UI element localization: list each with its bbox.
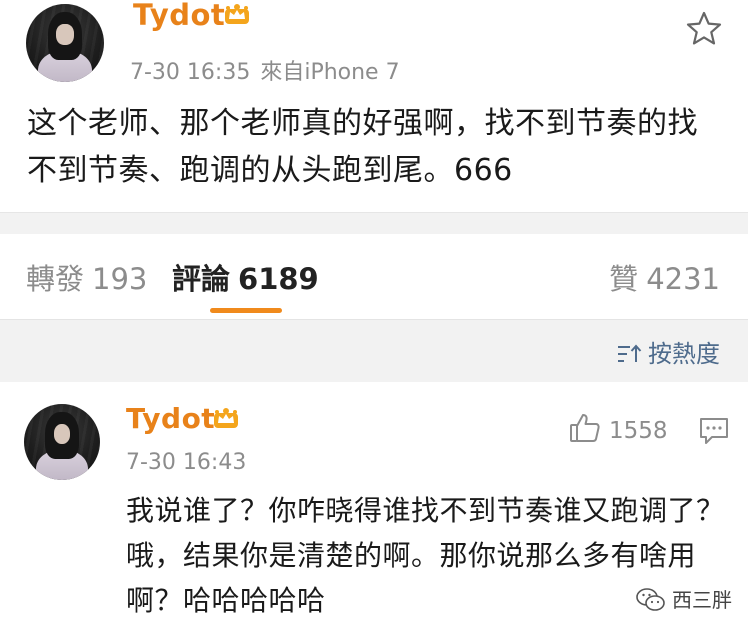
post-author-name[interactable]: Tydot bbox=[133, 0, 225, 32]
watermark-text: 西三胖 bbox=[672, 588, 732, 612]
tab-repost-count: 193 bbox=[92, 262, 148, 296]
post-time: 7-30 16:35 bbox=[130, 60, 251, 85]
star-outline-icon[interactable] bbox=[686, 11, 722, 45]
section-divider bbox=[0, 212, 748, 234]
thumbs-up-icon bbox=[570, 414, 600, 442]
comment-time: 7-30 16:43 bbox=[126, 450, 247, 475]
sort-bar: 按熱度 bbox=[0, 320, 748, 382]
comment-author-name[interactable]: Tydot bbox=[126, 402, 215, 435]
sort-by-hot-button[interactable]: 按熱度 bbox=[616, 334, 720, 369]
tab-comments-label: 評論 bbox=[172, 262, 231, 296]
post-source: 來自iPhone 7 bbox=[260, 60, 400, 85]
interaction-tabs: 轉發 193 評論 6189 贊 4231 bbox=[0, 234, 748, 320]
post-author-avatar[interactable] bbox=[26, 4, 104, 82]
tab-comments-count: 6189 bbox=[238, 262, 319, 296]
active-tab-indicator bbox=[210, 308, 282, 313]
sort-icon bbox=[618, 344, 642, 362]
post-body-text: 这个老师、那个老师真的好强啊，找不到节奏的找不到节奏、跑调的从头跑到尾。666 bbox=[27, 106, 698, 188]
crown-icon bbox=[225, 4, 249, 24]
weibo-post-detail: Tydot 7-30 16:35 來自iPhone 7 这个老师、那个老师真的好强… bbox=[0, 0, 748, 631]
wechat-icon bbox=[636, 588, 665, 611]
tab-likes[interactable]: 贊 4231 bbox=[609, 256, 720, 298]
comment-like-count: 1558 bbox=[609, 418, 668, 444]
sort-label: 按熱度 bbox=[648, 340, 720, 368]
tab-comments[interactable]: 評論 6189 bbox=[172, 256, 319, 298]
tab-repost[interactable]: 轉發 193 bbox=[26, 256, 147, 298]
comment-bubble-icon[interactable] bbox=[698, 416, 730, 446]
post-meta: 7-30 16:35 來自iPhone 7 bbox=[130, 54, 400, 86]
tab-likes-label: 贊 bbox=[609, 262, 639, 296]
comment-author-avatar[interactable] bbox=[24, 404, 100, 480]
tab-repost-label: 轉發 bbox=[26, 262, 85, 296]
post-card: Tydot 7-30 16:35 來自iPhone 7 这个老师、那个老师真的好强… bbox=[0, 0, 748, 212]
wechat-watermark: 西三胖 bbox=[636, 584, 732, 613]
tab-likes-count: 4231 bbox=[646, 262, 720, 296]
comment-like-button[interactable]: 1558 bbox=[569, 412, 668, 446]
crown-icon bbox=[214, 408, 238, 428]
